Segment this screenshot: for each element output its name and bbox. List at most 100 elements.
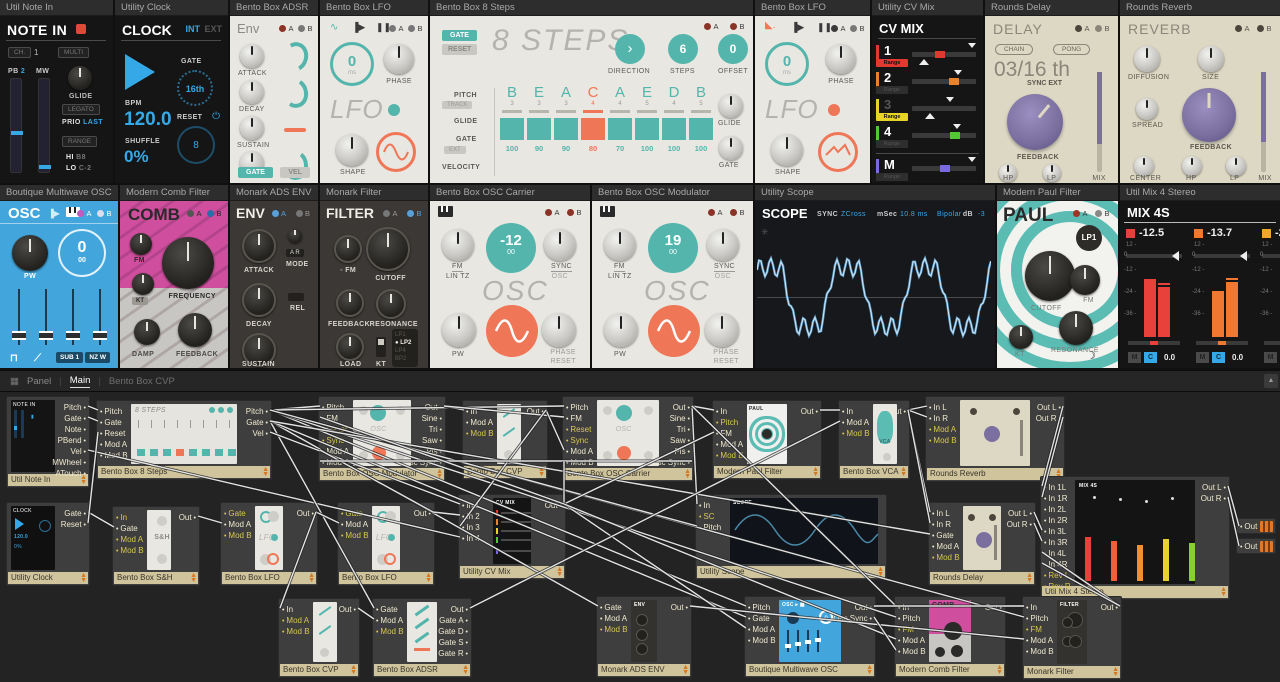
block-caption[interactable]: Utility CV Mix▲▼ bbox=[460, 566, 564, 578]
input-port-Mod B[interactable]: Mod B bbox=[748, 636, 776, 646]
kt-knob[interactable] bbox=[1009, 325, 1033, 349]
phase-knob[interactable] bbox=[705, 313, 739, 347]
input-port-Mod B[interactable]: Mod B bbox=[100, 451, 128, 461]
cutoff-knob[interactable] bbox=[1025, 251, 1075, 301]
output-port-Pls[interactable]: Pls bbox=[426, 447, 442, 457]
db-value[interactable]: -3 bbox=[978, 211, 985, 218]
input-port-Mod A[interactable]: Mod A bbox=[842, 418, 869, 428]
fm-knob[interactable] bbox=[334, 235, 362, 263]
wave-icon[interactable]: ◣. bbox=[765, 20, 775, 31]
filter-mode-option[interactable]: BP2 bbox=[395, 355, 415, 363]
input-port-Mod A[interactable]: Mod A bbox=[929, 425, 956, 435]
output-port-Gate R[interactable]: Gate R bbox=[438, 649, 468, 659]
waveform-display[interactable] bbox=[486, 305, 538, 357]
structure-block-oscMod[interactable]: PitchFMResetSyncMod AMod BOutSineTriSawP… bbox=[318, 396, 446, 482]
layer-b-toggle[interactable]: B bbox=[730, 22, 745, 31]
output-port-MWheel[interactable]: MWheel bbox=[52, 458, 86, 468]
block-caption[interactable]: Bento Box S&H▲▼ bbox=[114, 572, 198, 584]
layer-b-toggle[interactable]: B bbox=[207, 209, 222, 218]
sustain-knob[interactable] bbox=[240, 116, 264, 140]
layer-a-toggle[interactable]: A bbox=[831, 24, 846, 33]
step-column[interactable]: A390 bbox=[554, 84, 578, 153]
vel-button[interactable]: VEL bbox=[280, 167, 310, 178]
layer-a-toggle[interactable]: A bbox=[77, 209, 92, 218]
output-port-Out[interactable]: Out bbox=[801, 407, 818, 417]
input-port-Mod A[interactable]: Mod A bbox=[600, 614, 627, 624]
reset-dial[interactable]: 8 bbox=[177, 126, 215, 164]
input-port-In 4R[interactable]: In 4R bbox=[1044, 560, 1068, 570]
step-column[interactable]: E390 bbox=[527, 84, 551, 153]
output-port-Pls[interactable]: Pls bbox=[674, 447, 690, 457]
structure-view[interactable]: PitchGateNotePBendVelMWheelATouchNOTE IN… bbox=[0, 392, 1280, 682]
block-caption[interactable]: Utility Scope▲▼ bbox=[697, 566, 885, 578]
pitchbend-slider[interactable] bbox=[10, 78, 22, 173]
output-port-Gate[interactable]: Gate bbox=[64, 509, 86, 519]
layer-b-toggle[interactable]: B bbox=[298, 24, 313, 33]
input-port-In R[interactable]: In R bbox=[929, 414, 948, 424]
input-port-Mod B[interactable]: Mod B bbox=[322, 458, 350, 468]
input-port-Pitch[interactable]: Pitch bbox=[716, 418, 738, 428]
mode-value[interactable]: A R bbox=[286, 249, 304, 257]
tune-display[interactable]: -12 00 bbox=[486, 223, 536, 273]
block-caption[interactable]: Monark Filter▲▼ bbox=[1024, 666, 1120, 678]
input-port-In 1L[interactable]: In 1L bbox=[1044, 483, 1066, 493]
input-port-Pitch[interactable]: Pitch bbox=[322, 403, 344, 413]
phase-knob[interactable] bbox=[384, 44, 414, 74]
keyboard-icon[interactable] bbox=[600, 206, 615, 217]
module-header[interactable]: Bento Box LFO bbox=[320, 0, 428, 16]
input-port-Mod B[interactable]: Mod B bbox=[116, 546, 144, 556]
waveform-display[interactable] bbox=[818, 132, 858, 172]
layer-a-toggle[interactable]: A bbox=[272, 209, 287, 218]
structure-block-noteIn[interactable]: PitchGateNotePBendVelMWheelATouchNOTE IN… bbox=[6, 396, 90, 488]
module-header[interactable]: Bento Box OSC Modulator bbox=[592, 185, 753, 201]
pause-icon[interactable]: ❚❚ bbox=[817, 22, 832, 33]
center-knob[interactable] bbox=[1134, 156, 1154, 176]
input-port-FM[interactable]: FM bbox=[322, 414, 338, 424]
kt-switch[interactable] bbox=[376, 337, 386, 357]
int-button[interactable]: INT bbox=[186, 24, 201, 34]
output-port-Out[interactable]: Out bbox=[425, 403, 442, 413]
fader-track[interactable] bbox=[1264, 341, 1280, 345]
input-port-In R[interactable]: In R bbox=[932, 520, 951, 530]
block-caption[interactable]: Bento Box OSC Carrier▲▼ bbox=[564, 468, 692, 480]
structure-block-adsr[interactable]: GateMod AMod BOutGate AGate DGate SGate … bbox=[372, 598, 472, 678]
reset-label[interactable]: RESET bbox=[551, 358, 576, 365]
size-knob[interactable] bbox=[1198, 46, 1224, 72]
input-port-Mod A[interactable]: Mod A bbox=[898, 636, 925, 646]
input-port-FM[interactable]: FM bbox=[1026, 625, 1042, 635]
frequency-knob[interactable] bbox=[162, 237, 214, 289]
output-port-Note[interactable]: Note bbox=[65, 425, 86, 435]
cue-button[interactable]: C bbox=[1212, 352, 1225, 363]
module-header[interactable]: Bento Box 8 Steps bbox=[430, 0, 753, 16]
modwheel-slider[interactable] bbox=[38, 78, 50, 173]
input-port-Mod B[interactable]: Mod B bbox=[600, 625, 628, 635]
prio-row[interactable]: PRIO LAST bbox=[62, 119, 103, 126]
input-port-Gate[interactable]: Gate bbox=[116, 524, 138, 534]
input-port-Gate[interactable]: Gate bbox=[748, 614, 770, 624]
input-port-Gate[interactable]: Gate bbox=[224, 509, 246, 519]
cvmix-master-row[interactable]: MRange bbox=[876, 157, 979, 183]
structure-block-outT2[interactable]: Out bbox=[1236, 538, 1276, 554]
rel-switch[interactable] bbox=[288, 293, 304, 301]
fader-value[interactable]: 0.0 bbox=[1232, 353, 1243, 362]
structure-block-scope[interactable]: InSCPitchSCOPEUtility Scope▲▼ bbox=[695, 494, 887, 580]
output-port-Out[interactable]: Out bbox=[451, 605, 468, 615]
input-port-Pitch[interactable]: Pitch bbox=[1026, 614, 1048, 624]
output-port-Osc Sync[interactable]: Osc Sync bbox=[403, 458, 442, 468]
output-port-Out[interactable]: Out bbox=[179, 513, 196, 523]
reset-button[interactable]: RESET bbox=[442, 44, 477, 55]
wave-level-slider[interactable] bbox=[93, 289, 107, 345]
input-port-Mod B[interactable]: Mod B bbox=[716, 451, 744, 461]
output-port-Reset[interactable]: Reset bbox=[61, 520, 86, 530]
wave-level-slider[interactable] bbox=[66, 289, 80, 345]
square-wave-icon[interactable]: ⊓ bbox=[10, 353, 18, 364]
input-port-FM[interactable]: FM bbox=[898, 625, 914, 635]
input-port-Gate[interactable]: Gate bbox=[100, 418, 122, 428]
module-header[interactable]: Rounds Reverb bbox=[1120, 0, 1280, 16]
input-port-Mod A[interactable]: Mod A bbox=[282, 616, 309, 626]
gate-sync-button[interactable]: GATE bbox=[442, 30, 477, 41]
sync-mode[interactable]: SYNC EXT bbox=[1027, 80, 1062, 87]
diffusion-knob[interactable] bbox=[1134, 46, 1160, 72]
step-column[interactable]: B3100 bbox=[500, 84, 524, 153]
module-header[interactable]: Util Note In bbox=[0, 0, 113, 16]
